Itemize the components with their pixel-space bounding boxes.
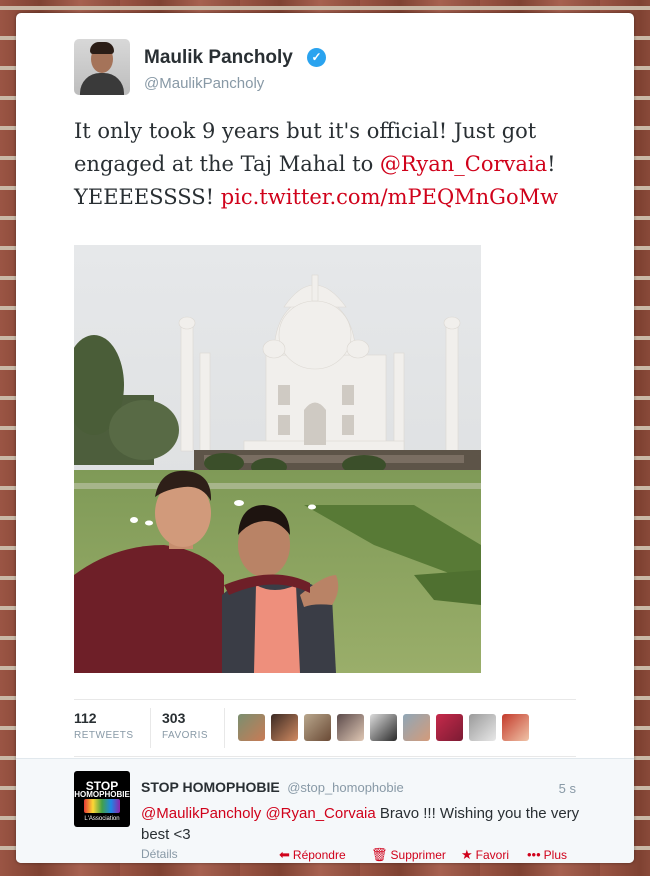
- verified-badge-icon: ✓: [307, 48, 326, 67]
- author-name[interactable]: Maulik Pancholy: [144, 47, 293, 69]
- reply-timestamp[interactable]: 5 s: [559, 781, 576, 796]
- favorites-stat[interactable]: 303 FAVORIS: [162, 710, 208, 741]
- tweet-pic-link[interactable]: pic.twitter.com/mPEQMnGoMw: [221, 185, 558, 209]
- tweet-photo[interactable]: [74, 245, 481, 673]
- reply-avatar-line3: L'Association: [84, 816, 120, 822]
- favoriter-avatar[interactable]: [469, 714, 496, 741]
- favorite-button-label: Favori: [475, 848, 509, 862]
- retweets-stat[interactable]: 112 RETWEETS: [74, 710, 134, 741]
- favorites-count: 303: [162, 710, 186, 726]
- more-button[interactable]: ••• Plus: [527, 847, 567, 862]
- reply-mention-2[interactable]: @Ryan_Corvaia: [265, 805, 375, 822]
- favorites-label: FAVORIS: [162, 730, 209, 741]
- reply-tweet: STOP HOMOPHOBIE L'Association STOP HOMOP…: [16, 758, 634, 863]
- favoriter-avatar[interactable]: [502, 714, 529, 741]
- more-dots-icon: •••: [527, 847, 541, 862]
- taj-mahal-photo: [74, 245, 481, 673]
- reply-text: @MaulikPancholy @Ryan_Corvaia Bravo !!! …: [141, 803, 581, 845]
- retweets-label: RETWEETS: [74, 730, 134, 741]
- favorite-button[interactable]: ★ Favori: [461, 847, 509, 863]
- tweet-text: It only took 9 years but it's official! …: [74, 115, 594, 214]
- reply-button-label: Répondre: [292, 848, 346, 862]
- reply-button[interactable]: ⬅ Répondre: [279, 847, 346, 863]
- retweets-count: 112: [74, 710, 97, 726]
- favoriter-avatar[interactable]: [436, 714, 463, 741]
- trash-icon: 🗑: [371, 847, 388, 862]
- tweet-mention-link[interactable]: @Ryan_Corvaia: [380, 152, 547, 176]
- reply-mention-1[interactable]: @MaulikPancholy: [141, 805, 261, 822]
- tweet-stats-bar: 112 RETWEETS 303 FAVORIS: [74, 699, 576, 757]
- favoriter-avatar[interactable]: [304, 714, 331, 741]
- stat-divider: [150, 708, 151, 748]
- favoriter-avatar[interactable]: [271, 714, 298, 741]
- rainbow-logo-icon: [84, 799, 120, 813]
- more-button-label: Plus: [543, 848, 567, 862]
- favoriter-avatar[interactable]: [403, 714, 430, 741]
- delete-button-label: Supprimer: [390, 848, 446, 862]
- reply-avatar-line2: HOMOPHOBIE: [74, 790, 130, 799]
- author-avatar[interactable]: [74, 39, 130, 95]
- tweet-card: Maulik Pancholy ✓ @MaulikPancholy It onl…: [16, 13, 634, 863]
- reply-arrow-icon: ⬅: [279, 847, 290, 862]
- delete-button[interactable]: 🗑 Supprimer: [371, 847, 446, 863]
- reply-avatar[interactable]: STOP HOMOPHOBIE L'Association: [74, 771, 130, 827]
- favoriter-avatar[interactable]: [370, 714, 397, 741]
- reply-author-handle[interactable]: @stop_homophobie: [287, 780, 404, 795]
- author-handle[interactable]: @MaulikPancholy: [144, 75, 264, 92]
- tweet-header: Maulik Pancholy ✓ @MaulikPancholy: [74, 39, 594, 99]
- favoriter-avatar[interactable]: [238, 714, 265, 741]
- reply-header: STOP HOMOPHOBIE @stop_homophobie: [141, 779, 404, 797]
- star-icon: ★: [461, 847, 473, 862]
- stat-divider: [224, 708, 225, 748]
- details-link[interactable]: Détails: [141, 847, 178, 861]
- favoriter-avatar[interactable]: [337, 714, 364, 741]
- reply-author-name[interactable]: STOP HOMOPHOBIE: [141, 779, 280, 795]
- reply-actions: Détails ⬅ Répondre 🗑 Supprimer ★ Favori •••…: [141, 847, 576, 863]
